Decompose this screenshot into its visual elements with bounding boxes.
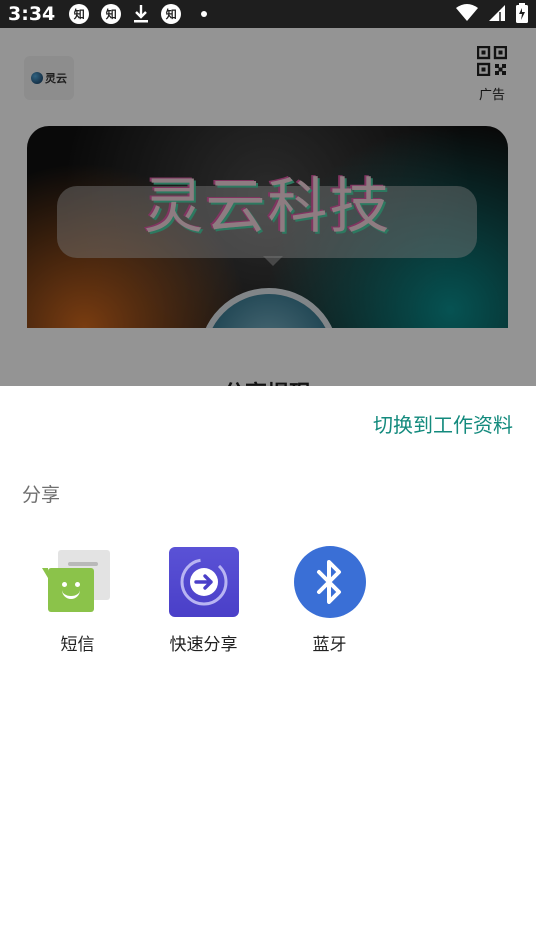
battery-icon	[516, 3, 528, 27]
download-icon	[133, 4, 149, 24]
share-target-label: 快速分享	[169, 635, 238, 655]
cell-signal-icon	[488, 4, 506, 26]
more-notifications-dot-icon	[201, 11, 208, 17]
switch-to-work-profile-button[interactable]: 切换到工作资料	[373, 409, 513, 438]
zhihu-notification-icon: 知	[161, 4, 182, 24]
bluetooth-icon	[293, 546, 366, 618]
wifi-icon	[456, 4, 478, 26]
zhihu-notification-icon: 知	[101, 4, 122, 24]
dim-scrim[interactable]	[0, 28, 536, 386]
quick-share-icon	[168, 546, 240, 618]
share-targets: 短信 快速分享 蓝牙	[0, 546, 536, 666]
sms-icon	[41, 546, 114, 618]
share-sheet-title: 分享	[22, 484, 61, 506]
share-target-bluetooth[interactable]: 蓝牙	[267, 546, 392, 655]
status-time: 3:34	[8, 3, 56, 25]
share-target-label: 短信	[60, 635, 95, 655]
share-target-quick-share[interactable]: 快速分享	[141, 546, 266, 655]
share-target-sms[interactable]: 短信	[15, 546, 140, 655]
share-target-label: 蓝牙	[312, 635, 347, 655]
status-bar: 3:34 知 知 知	[0, 0, 536, 28]
zhihu-notification-icon: 知	[69, 4, 90, 24]
share-sheet: 切换到工作资料 分享 短信 快速分享 蓝牙	[0, 386, 536, 952]
